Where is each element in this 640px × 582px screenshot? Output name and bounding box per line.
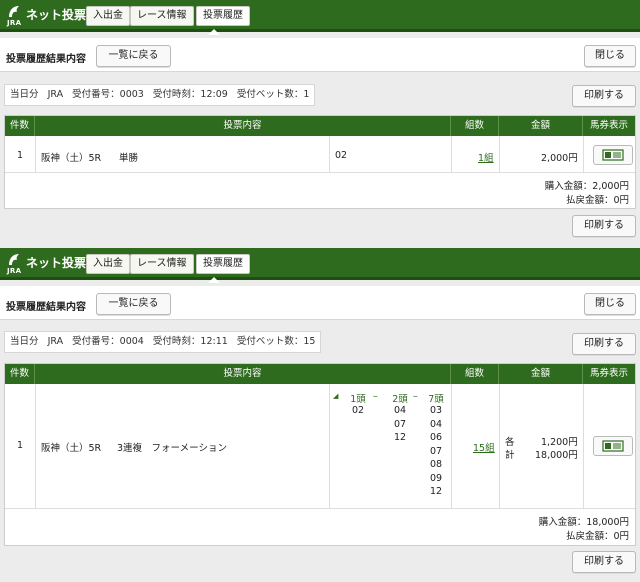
purchase-total: 購入金額：18,000円 (538, 517, 629, 528)
print-button-bottom[interactable]: 印刷する (572, 551, 636, 573)
formation-col3-item: 04 (429, 419, 443, 430)
receipt-time: 受付時刻：12:09 (152, 89, 228, 100)
org-label: JRA (47, 336, 64, 347)
each-label: 各 (505, 437, 515, 448)
receipt-number: 受付番号：0003 (72, 89, 144, 100)
ticket-view-button[interactable] (593, 436, 633, 456)
nav-history-button[interactable]: 投票履歴 (196, 6, 250, 26)
col-content: 投票内容 (35, 364, 451, 384)
formation-col3-header: 7頭 (428, 394, 444, 405)
print-button-top[interactable]: 印刷する (572, 333, 636, 355)
horse-logo-icon (9, 6, 19, 17)
formation-col3-item: 12 (429, 486, 443, 497)
amount-value: 2,000円 (541, 153, 578, 164)
day-label: 当日分 (10, 336, 39, 347)
logo-mark: JRA (7, 19, 22, 27)
kumi-link[interactable]: 1組 (478, 150, 494, 164)
formation-col3-item: 03 (429, 405, 443, 416)
nav-deposit-button[interactable]: 入出金 (86, 6, 130, 26)
col-content: 投票内容 (35, 116, 451, 136)
back-to-list-button[interactable]: 一覧に戻る (96, 45, 171, 67)
col-ticket: 馬券表示 (589, 120, 628, 131)
each-amount: 1,200円 (541, 437, 578, 448)
active-nav-indicator (208, 277, 220, 283)
receipt-time: 受付時刻：12:11 (152, 336, 228, 347)
col-kumi: 組数 (451, 364, 499, 384)
page-title: 投票履歴結果内容 (6, 302, 86, 313)
race-name: 阪神（土）5R (41, 153, 102, 164)
print-button-top[interactable]: 印刷する (572, 85, 636, 107)
formation-col3-item: 07 (429, 446, 443, 457)
bet-count: 受付ベット数：1 (236, 89, 310, 100)
top-header-bar: JRA ネット投票 入出金 レース情報 投票履歴 (0, 248, 640, 283)
col-count: 件数 (5, 116, 35, 136)
bet-table: 件数 投票内容 組数 金額 馬券表示 1 阪神（土）5R 3連複 フォーメーショ… (4, 363, 636, 546)
formation-col2-item: 04 (393, 405, 407, 416)
col-kumi: 組数 (451, 116, 499, 136)
table-header: 件数 投票内容 組数 金額 馬券表示 (5, 364, 635, 384)
col-amount: 金額 (499, 364, 583, 384)
col-ticket: 馬券表示 (589, 368, 628, 379)
col-count: 件数 (5, 364, 35, 384)
horse-numbers: 02 (335, 150, 348, 161)
nav-race-info-button[interactable]: レース情報 (130, 6, 194, 26)
formation-col3-item: 09 (429, 473, 443, 484)
formation-dash-2: – (413, 391, 418, 402)
top-header-bar: JRA ネット投票 入出金 レース情報 投票履歴 (0, 0, 640, 35)
col-amount: 金額 (499, 116, 583, 136)
ticket-icon (602, 440, 624, 452)
nav-history-button[interactable]: 投票履歴 (196, 254, 250, 274)
formation-col1-item: 02 (351, 405, 365, 416)
table-header: 件数 投票内容 組数 金額 馬券表示 (5, 116, 635, 136)
nav-deposit-button[interactable]: 入出金 (86, 254, 130, 274)
formation-marker: ◢ (333, 392, 339, 400)
purchase-total: 購入金額：2,000円 (544, 181, 629, 192)
race-name: 阪神（土）5R (41, 443, 102, 454)
receipt-number: 受付番号：0004 (72, 336, 144, 347)
close-button[interactable]: 閉じる (584, 45, 636, 67)
kumi-link[interactable]: 15組 (473, 440, 495, 454)
formation-col2-item: 07 (393, 419, 407, 430)
receipt-info: 当日分 JRA 受付番号：0004 受付時刻：12:11 受付ベット数：15 (4, 331, 322, 353)
bet-count: 受付ベット数：15 (236, 336, 316, 347)
receipt-info: 当日分 JRA 受付番号：0003 受付時刻：12:09 受付ベット数：1 (4, 84, 316, 106)
formation-col2-item: 12 (393, 432, 407, 443)
print-button-bottom[interactable]: 印刷する (572, 215, 636, 237)
total-label: 計 (505, 450, 515, 461)
formation-dash-1: – (373, 391, 378, 402)
jra-logo[interactable]: JRA ネット投票 (6, 4, 87, 30)
close-button[interactable]: 閉じる (584, 293, 636, 315)
logo-mark: JRA (7, 267, 22, 275)
row-index: 1 (17, 150, 24, 161)
row-index: 1 (17, 440, 24, 451)
logo-text: ネット投票 (26, 256, 87, 270)
nav-race-info-button[interactable]: レース情報 (130, 254, 194, 274)
ticket-view-button[interactable] (593, 145, 633, 165)
title-bar: 投票履歴結果内容 一覧に戻る 閉じる (0, 38, 640, 72)
bet-type: 3連複 フォーメーション (117, 443, 227, 454)
org-label: JRA (47, 89, 64, 100)
ticket-icon (602, 149, 624, 161)
active-nav-indicator (208, 29, 220, 35)
back-to-list-button[interactable]: 一覧に戻る (96, 293, 171, 315)
bet-table: 件数 投票内容 組数 金額 馬券表示 1 阪神（土）5R 単勝 02 1組 2,… (4, 115, 636, 209)
formation-col3-item: 08 (429, 459, 443, 470)
formation-col2-header: 2頭 (392, 394, 408, 405)
page-title: 投票履歴結果内容 (6, 54, 86, 65)
formation-col3-item: 06 (429, 432, 443, 443)
horse-logo-icon (9, 254, 19, 265)
formation-col1-header: 1頭 (350, 394, 366, 405)
row-total-amount: 18,000円 (535, 450, 578, 461)
logo-text: ネット投票 (26, 8, 87, 22)
jra-logo[interactable]: JRA ネット投票 (6, 252, 87, 278)
day-label: 当日分 (10, 89, 39, 100)
bet-type: 単勝 (119, 153, 139, 164)
title-bar: 投票履歴結果内容 一覧に戻る 閉じる (0, 286, 640, 320)
refund-total: 払戻金額：0円 (565, 531, 629, 542)
refund-total: 払戻金額：0円 (565, 195, 629, 206)
